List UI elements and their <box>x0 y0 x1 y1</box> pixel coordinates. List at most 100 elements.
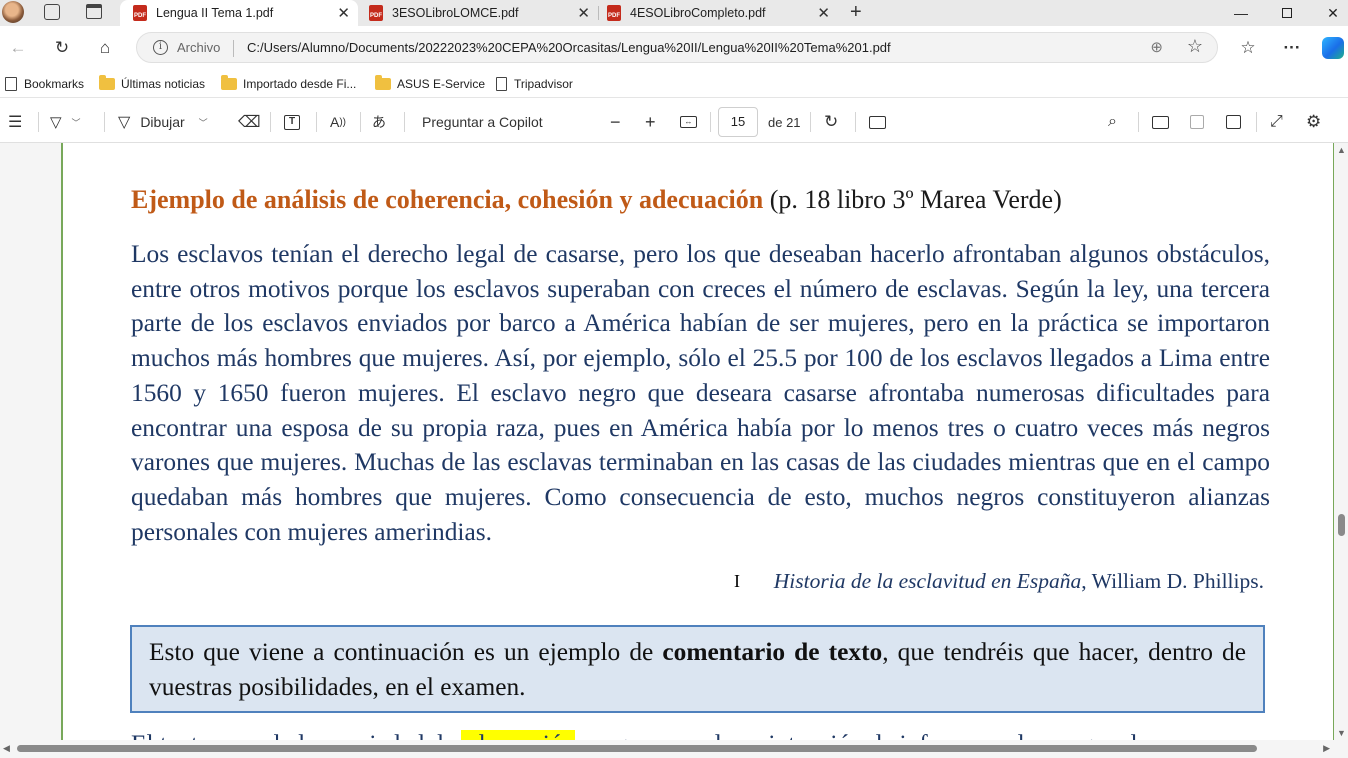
scroll-up-icon[interactable]: ▲ <box>1337 145 1346 155</box>
zoom-out-icon[interactable]: − <box>610 111 621 133</box>
tab-3eso[interactable]: PDF 3ESOLibroLOMCE.pdf ✕ <box>362 0 596 26</box>
tab-title: 3ESOLibroLOMCE.pdf <box>392 6 519 20</box>
pdf-page: Ejemplo de análisis de coherencia, cohes… <box>61 143 1335 758</box>
eraser-icon[interactable]: ⌫ <box>238 111 261 133</box>
folder-icon <box>375 75 391 90</box>
horizontal-scroll-thumb[interactable] <box>17 745 1257 752</box>
vertical-scrollbar[interactable]: ▲ ▼ <box>1334 143 1348 740</box>
tab-strip: PDF Lengua II Tema 1.pdf ✕ PDF 3ESOLibro… <box>0 0 1348 26</box>
tab-actions-icon[interactable] <box>86 4 102 19</box>
bookmark-label: Bookmarks <box>24 77 85 91</box>
bookmark-importado[interactable]: Importado desde Fi... <box>221 75 356 93</box>
url-text[interactable]: C:/Users/Alumno/Documents/20222023%20CEP… <box>247 40 891 55</box>
settings-gear-icon[interactable]: ⚙ <box>1306 111 1321 133</box>
highlight-icon[interactable]: ▽ ﹀ <box>50 111 81 133</box>
toolbar-divider <box>316 112 317 132</box>
scroll-right-icon[interactable]: ▶ <box>1323 743 1330 754</box>
bookmark-icon <box>5 77 17 91</box>
omnibox-divider <box>233 40 234 57</box>
draw-label: Dibujar <box>140 114 185 130</box>
scroll-left-icon[interactable]: ◀ <box>3 743 10 754</box>
note-text: Esto que viene a continuación es un ejem… <box>149 635 1246 704</box>
page-total: de 21 <box>768 114 801 130</box>
vertical-scroll-thumb[interactable] <box>1338 514 1345 536</box>
translate-icon[interactable]: あ <box>372 111 386 133</box>
pen-icon: ▽ <box>118 114 131 131</box>
bookmark-label: Últimas noticias <box>121 77 206 91</box>
favorites-icon[interactable]: ☆ <box>1233 34 1263 62</box>
print-icon[interactable] <box>1152 111 1169 133</box>
restore-icon[interactable] <box>1264 0 1310 26</box>
address-bar[interactable]: i Archivo C:/Users/Alumno/Documents/2022… <box>136 32 1218 63</box>
source-title: Historia de la esclavitud en España <box>773 569 1082 593</box>
source-citation: Historia de la esclavitud en España, Wil… <box>774 569 1264 594</box>
scroll-down-icon[interactable]: ▼ <box>1337 728 1346 738</box>
page-icon <box>496 77 507 91</box>
minimize-icon[interactable]: — <box>1218 0 1264 26</box>
chevron-down-icon[interactable]: ﹀ <box>72 116 81 129</box>
copilot-icon[interactable] <box>1322 37 1344 59</box>
bookmark-asus[interactable]: ASUS E-Service <box>375 75 485 93</box>
toolbar-divider <box>360 112 361 132</box>
home-icon[interactable]: ⌂ <box>90 34 120 62</box>
workspaces-icon[interactable] <box>44 4 60 20</box>
save-icon[interactable] <box>1190 111 1204 133</box>
chevron-down-icon[interactable]: ﹀ <box>199 116 208 129</box>
contents-icon[interactable]: ☰ <box>8 111 22 133</box>
scheme-label: Archivo <box>177 40 221 55</box>
address-bar-row: ← ↻ ⌂ i Archivo C:/Users/Alumno/Document… <box>0 26 1348 70</box>
more-menu-icon[interactable]: ··· <box>1277 34 1307 62</box>
folder-icon <box>99 75 115 90</box>
tab-divider <box>598 6 599 20</box>
fullscreen-icon[interactable]: ⤢ <box>1270 111 1283 133</box>
page-number-input[interactable]: 15 <box>718 107 758 137</box>
tab-close-icon[interactable]: ✕ <box>577 4 590 22</box>
reload-icon[interactable]: ↻ <box>47 34 77 62</box>
toolbar-divider <box>104 112 105 132</box>
site-info-icon[interactable]: i <box>153 40 168 55</box>
tab-title: 4ESOLibroCompleto.pdf <box>630 6 766 20</box>
toolbar-divider <box>710 112 711 132</box>
tab-lengua-tema1[interactable]: PDF Lengua II Tema 1.pdf ✕ <box>120 0 358 26</box>
bookmark-ultimas-noticias[interactable]: Últimas noticias <box>99 75 205 93</box>
pdf-viewer[interactable]: Ejemplo de análisis de coherencia, cohes… <box>0 143 1348 758</box>
zoom-in-icon[interactable]: + <box>645 111 656 133</box>
tab-close-icon[interactable]: ✕ <box>337 4 350 22</box>
toolbar-divider <box>810 112 811 132</box>
page-view-icon[interactable] <box>869 111 886 133</box>
tab-title: Lengua II Tema 1.pdf <box>156 6 274 20</box>
source-author: , William D. Phillips. <box>1081 569 1264 593</box>
new-tab-icon[interactable]: + <box>850 0 862 24</box>
heading-reference: (p. 18 libro 3º Marea Verde) <box>763 185 1062 214</box>
fit-width-icon[interactable]: ↔ <box>680 111 697 133</box>
ask-copilot-button[interactable]: Preguntar a Copilot <box>422 111 543 133</box>
favorite-star-icon[interactable]: ☆ <box>1187 36 1203 57</box>
draw-button[interactable]: ▽ Dibujar ﹀ <box>118 111 208 133</box>
back-icon[interactable]: ← <box>3 34 33 62</box>
text-cursor-icon: I <box>734 571 740 591</box>
tab-4eso[interactable]: PDF 4ESOLibroCompleto.pdf ✕ <box>602 0 838 26</box>
bookmarks-bar: Bookmarks Últimas noticias Importado des… <box>0 70 1348 98</box>
note-text-bold: comentario de texto <box>662 638 883 666</box>
toolbar-divider <box>404 112 405 132</box>
pdf-icon: PDF <box>368 5 384 21</box>
toolbar-divider <box>855 112 856 132</box>
pdf-icon: PDF <box>606 5 622 21</box>
rotate-icon[interactable]: ↻ <box>824 111 838 133</box>
save-as-icon[interactable] <box>1226 111 1241 133</box>
toolbar-divider <box>1256 112 1257 132</box>
bookmark-bookmarks[interactable]: Bookmarks <box>5 75 84 93</box>
pdf-toolbar: ☰ ▽ ﹀ ▽ Dibujar ﹀ ⌫ T A)) あ Preguntar a C… <box>0 100 1348 143</box>
tab-close-icon[interactable]: ✕ <box>817 4 830 22</box>
bookmark-label: Importado desde Fi... <box>243 77 357 91</box>
find-icon[interactable]: ⌕ <box>1108 111 1117 133</box>
heading-title: Ejemplo de análisis de coherencia, cohes… <box>131 185 764 214</box>
bookmark-label: Tripadvisor <box>514 77 573 91</box>
zoom-icon[interactable]: ⊕ <box>1150 38 1163 56</box>
read-aloud-icon[interactable]: A)) <box>330 111 346 133</box>
add-text-icon[interactable]: T <box>284 111 300 133</box>
profile-avatar[interactable] <box>2 1 24 23</box>
close-window-icon[interactable]: ✕ <box>1310 0 1348 26</box>
bookmark-label: ASUS E-Service <box>397 77 486 91</box>
bookmark-tripadvisor[interactable]: Tripadvisor <box>496 75 573 93</box>
